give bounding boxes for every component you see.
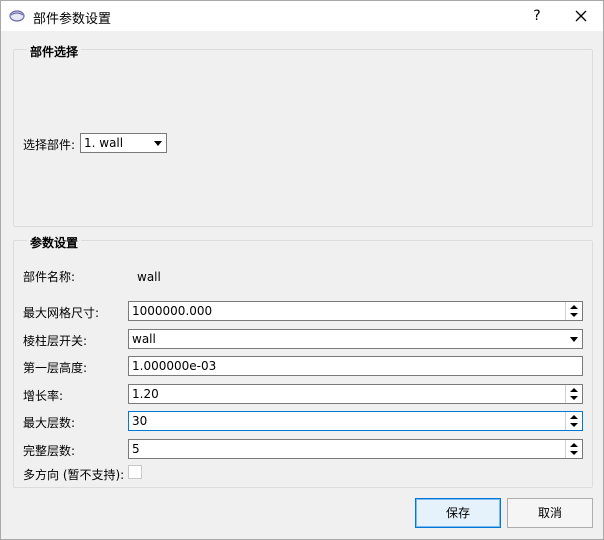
cancel-button-label: 取消 [537,506,562,520]
title-bar: 部件参数设置 ? [1,1,603,31]
part-select-group-title: 部件选择 [27,43,82,60]
multi-direction-checkbox[interactable] [128,465,142,479]
chevron-down-icon [154,141,162,146]
max-layers-value: 30 [132,414,148,428]
app-icon [9,10,25,22]
part-name-value: wall [137,270,161,284]
save-button-label: 保存 [445,506,470,520]
first-layer-height-label: 第一层高度: [23,361,88,375]
prism-layer-switch-value: wall [132,332,156,346]
spin-down-icon[interactable] [570,423,578,427]
cancel-button[interactable]: 取消 [507,498,593,528]
growth-rate-label: 增长率: [23,389,64,403]
spin-up-icon[interactable] [570,388,578,392]
first-layer-height-value: 1.000000e-03 [132,359,217,373]
window-title: 部件参数设置 [33,12,112,27]
growth-rate-stepper[interactable] [565,385,582,403]
dialog-window: 部件参数设置 ? 部件选择 选择部件: 1. wall 参数设置 部件名称: w… [0,0,604,540]
max-mesh-size-spinbox[interactable]: 1000000.000 [128,301,583,321]
help-button[interactable]: ? [519,1,555,31]
spin-up-icon[interactable] [570,415,578,419]
growth-rate-spinbox[interactable]: 1.20 [128,384,583,404]
full-layers-spinbox[interactable]: 5 [128,439,583,459]
max-mesh-size-value: 1000000.000 [132,304,213,318]
spin-down-icon[interactable] [570,396,578,400]
select-part-label: 选择部件: [23,138,76,152]
prism-layer-switch-label: 棱柱层开关: [23,334,88,348]
max-layers-label: 最大层数: [23,416,76,430]
part-name-label: 部件名称: [23,270,76,284]
growth-rate-value: 1.20 [132,387,159,401]
close-icon [575,10,587,22]
spin-up-icon[interactable] [570,443,578,447]
full-layers-stepper[interactable] [565,440,582,458]
part-select-dropdown[interactable]: 1. wall [80,133,167,153]
spin-down-icon[interactable] [570,451,578,455]
max-mesh-size-stepper[interactable] [565,302,582,320]
close-button[interactable] [561,1,601,31]
help-icon: ? [533,8,541,24]
save-button[interactable]: 保存 [415,498,501,528]
params-group-title: 参数设置 [27,234,82,251]
max-mesh-size-label: 最大网格尺寸: [23,306,100,320]
full-layers-label: 完整层数: [23,444,76,458]
part-select-value: 1. wall [84,136,124,150]
max-layers-spinbox[interactable]: 30 [128,411,583,431]
chevron-down-icon [570,337,578,342]
full-layers-value: 5 [132,442,140,456]
first-layer-height-input[interactable]: 1.000000e-03 [128,356,583,376]
spin-down-icon[interactable] [570,313,578,317]
spin-up-icon[interactable] [570,305,578,309]
max-layers-stepper[interactable] [565,412,582,430]
multi-direction-label: 多方向 (暂不支持): [23,468,125,482]
prism-layer-switch-dropdown[interactable]: wall [128,329,583,349]
